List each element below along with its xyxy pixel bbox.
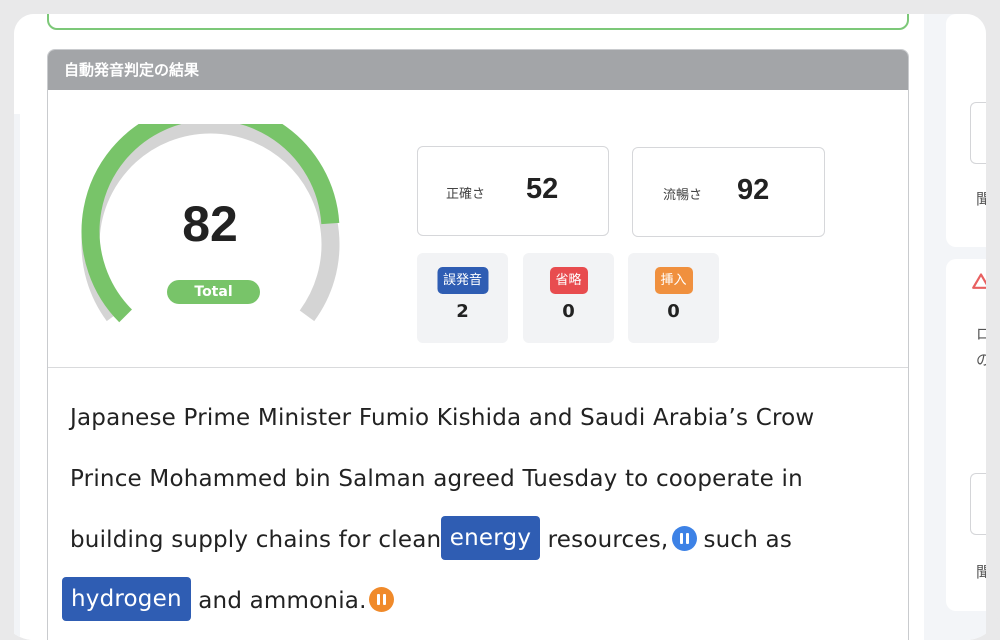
assessed-passage: Japanese Prime Minister Fumio Kishida an… — [48, 368, 908, 632]
app-screen: 自動発音判定の結果 82 Total 正確さ 52 流暢さ 92 誤発音 2 省… — [14, 14, 986, 640]
passage-text: building supply chains for clean — [70, 527, 449, 553]
omission-box: 省略 0 — [523, 253, 614, 343]
passage-line: Prince Mohammed bin Salman agreed Tuesda… — [70, 466, 803, 492]
left-edge-strip — [14, 114, 20, 640]
mispronunciation-count: 2 — [456, 301, 469, 322]
side-input[interactable] — [970, 473, 986, 535]
pause-icon[interactable] — [672, 526, 698, 551]
fluency-value: 92 — [737, 174, 770, 206]
total-label: Total — [167, 280, 260, 304]
omission-count: 0 — [562, 301, 575, 322]
side-text: の — [976, 351, 986, 369]
side-text: 聞 — [976, 190, 986, 208]
mispronounced-word[interactable]: hydrogen — [62, 576, 191, 621]
previous-card — [47, 14, 909, 30]
fluency-label: 流暢さ — [663, 188, 703, 203]
passage-line: building supply chains for clean energy … — [70, 510, 898, 571]
pause-icon[interactable] — [368, 587, 394, 612]
side-text: 聞 — [976, 563, 986, 581]
side-panel: 聞 ロ の 聞 — [946, 14, 986, 640]
passage-text: and ammonia. — [190, 588, 367, 614]
pronunciation-result-panel: 自動発音判定の結果 82 Total 正確さ 52 流暢さ 92 誤発音 2 省… — [47, 49, 909, 640]
accuracy-value: 52 — [526, 173, 559, 205]
accuracy-card: 正確さ 52 — [417, 146, 609, 236]
total-score-value: 82 — [182, 196, 238, 252]
score-area: 82 Total 正確さ 52 流暢さ 92 誤発音 2 省略 0 挿入 0 — [48, 90, 908, 368]
column-divider — [924, 14, 946, 640]
omission-badge: 省略 — [549, 267, 588, 294]
panel-title: 自動発音判定の結果 — [48, 50, 908, 90]
mispronounced-word[interactable]: energy — [440, 515, 541, 560]
mispronunciation-badge: 誤発音 — [436, 267, 489, 294]
insertion-badge: 挿入 — [654, 267, 693, 294]
side-card: 聞 — [946, 14, 986, 247]
side-text: ロ — [976, 325, 986, 343]
side-card: ロ の 聞 — [946, 259, 986, 611]
passage-line: hydrogen and ammonia. — [62, 571, 898, 632]
insertion-box: 挿入 0 — [628, 253, 719, 343]
insertion-count: 0 — [667, 301, 680, 322]
main-content: 自動発音判定の結果 82 Total 正確さ 52 流暢さ 92 誤発音 2 省… — [14, 14, 924, 640]
warning-icon — [972, 273, 986, 289]
passage-text: resources, — [547, 527, 669, 553]
mispronunciation-box: 誤発音 2 — [417, 253, 508, 343]
accuracy-label: 正確さ — [446, 187, 486, 202]
passage-text: such as — [703, 527, 793, 553]
side-input[interactable] — [970, 102, 986, 164]
device-frame: 自動発音判定の結果 82 Total 正確さ 52 流暢さ 92 誤発音 2 省… — [0, 0, 1000, 640]
fluency-card: 流暢さ 92 — [632, 147, 825, 237]
passage-line: Japanese Prime Minister Fumio Kishida an… — [70, 405, 815, 431]
